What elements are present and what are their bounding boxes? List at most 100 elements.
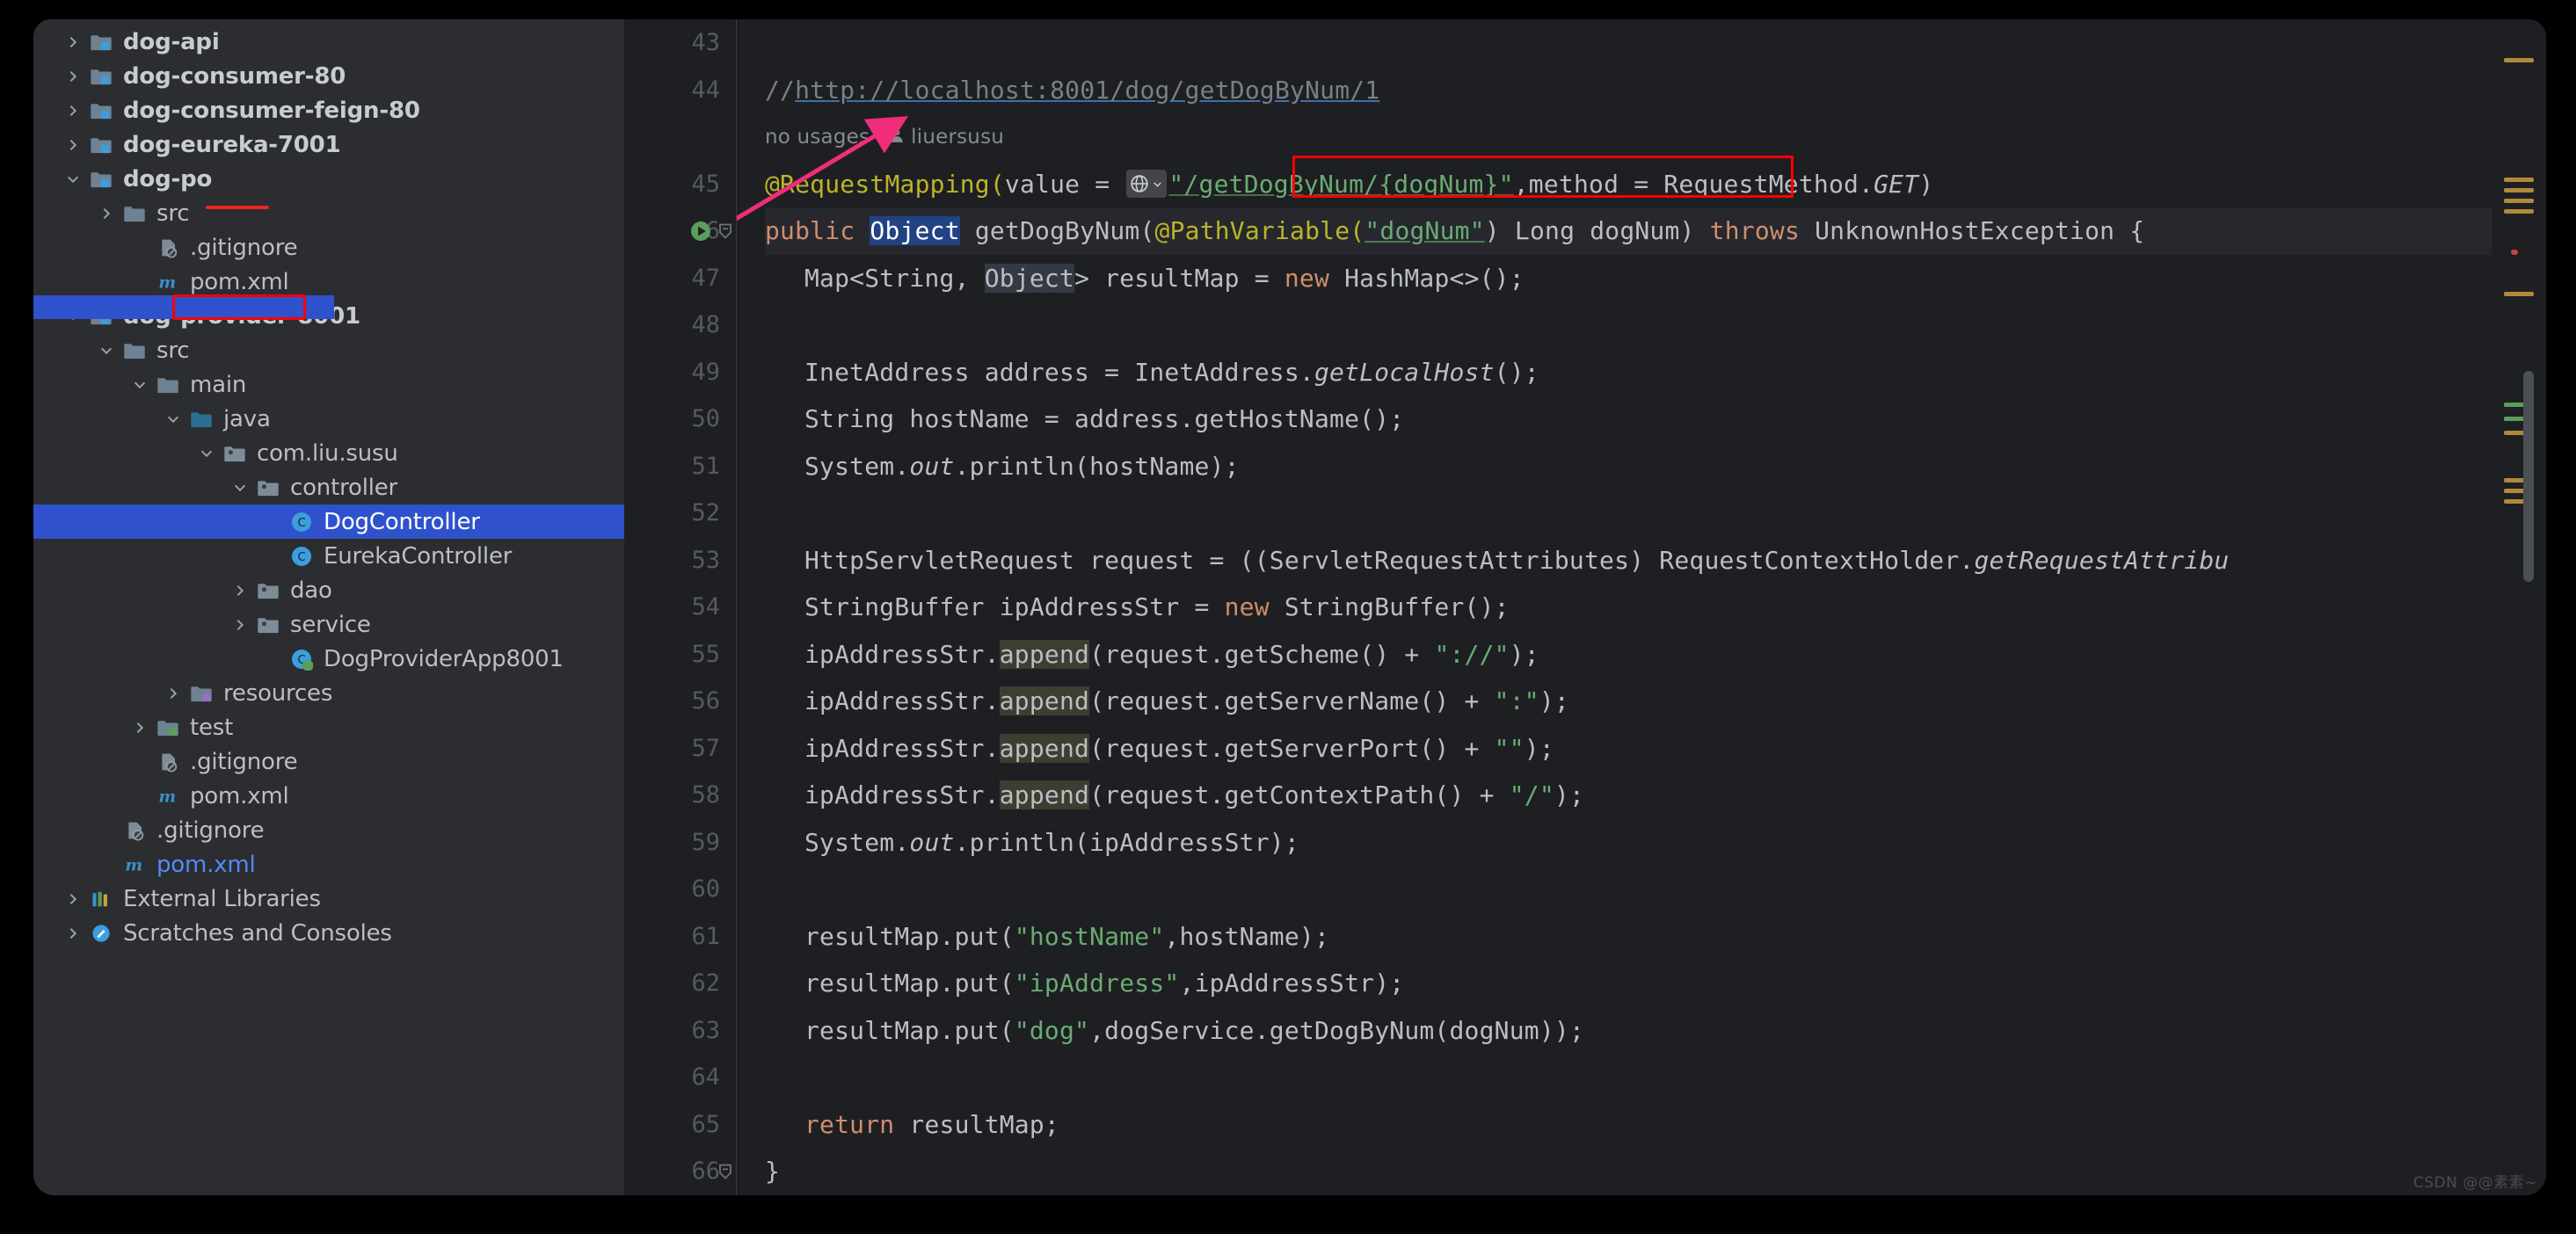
- tree-item-dog-provider-8001[interactable]: dog-provider-8001: [33, 299, 624, 333]
- mapping-path-string[interactable]: "/getDogByNum/{dogNum}": [1168, 170, 1513, 199]
- tree-item-dogcontroller[interactable]: C DogController: [33, 504, 624, 539]
- tree-item-test[interactable]: test: [33, 710, 624, 744]
- gutter-line-43[interactable]: 43: [624, 19, 736, 67]
- chevron-right-icon[interactable]: [227, 577, 253, 604]
- chevron-right-icon[interactable]: [60, 63, 86, 90]
- tree-item--gitignore[interactable]: .gitignore: [33, 744, 624, 779]
- comment-url-link[interactable]: http://localhost:8001/dog/getDogByNum/1: [795, 76, 1379, 105]
- tree-item-resources[interactable]: resources: [33, 676, 624, 710]
- gutter-line-60[interactable]: 60: [624, 866, 736, 913]
- chevron-down-icon[interactable]: [1152, 178, 1163, 190]
- chevron-right-icon[interactable]: [160, 680, 186, 707]
- tree-item-dog-eureka-7001[interactable]: dog-eureka-7001: [33, 127, 624, 162]
- tree-item-dog-consumer-80[interactable]: dog-consumer-80: [33, 59, 624, 93]
- tree-item-dao[interactable]: dao: [33, 573, 624, 607]
- gutter-line-66[interactable]: 66: [624, 1148, 736, 1195]
- tree-item-main[interactable]: main: [33, 367, 624, 402]
- chevron-down-icon[interactable]: [60, 166, 86, 192]
- gutter-line-64[interactable]: 64: [624, 1054, 736, 1101]
- editor-marker-bar[interactable]: [2492, 19, 2546, 1195]
- tree-item-src[interactable]: src: [33, 196, 624, 230]
- chevron-down-icon[interactable]: [93, 338, 120, 364]
- run-method-gutter-icon[interactable]: [688, 218, 714, 244]
- editor-code-pane[interactable]: //http://localhost:8001/dog/getDogByNum/…: [737, 19, 2492, 1195]
- tree-item-label: .gitignore: [190, 748, 298, 775]
- chevron-right-icon[interactable]: [227, 612, 253, 638]
- author-name[interactable]: liuersusu: [911, 126, 1004, 149]
- tree-item-com-liu-susu[interactable]: com.liu.susu: [33, 436, 624, 470]
- svg-text:m: m: [158, 272, 176, 292]
- chevron-right-icon[interactable]: [60, 920, 86, 947]
- gutter-line-hint[interactable]: [624, 113, 736, 161]
- gutter-line-52[interactable]: 52: [624, 490, 736, 537]
- chevron-right-icon[interactable]: [93, 200, 120, 227]
- tree-item--gitignore[interactable]: .gitignore: [33, 813, 624, 847]
- tree-arrow-placeholder: [93, 817, 120, 844]
- gutter-line-59[interactable]: 59: [624, 819, 736, 867]
- tree-item-pom-xml[interactable]: m pom.xml: [33, 265, 624, 299]
- chevron-right-icon[interactable]: [60, 98, 86, 124]
- gutter-line-number: 63: [691, 1016, 720, 1044]
- code-line-50: String hostName = address.getHostName();: [765, 396, 2492, 443]
- gutter-line-49[interactable]: 49: [624, 349, 736, 396]
- method-param: ,method = RequestMethod.: [1513, 169, 1874, 199]
- package-icon: [220, 440, 250, 467]
- tree-item-label: dog-po: [123, 165, 213, 192]
- gutter-line-62[interactable]: 62: [624, 960, 736, 1007]
- gutter-line-56[interactable]: 56: [624, 678, 736, 725]
- gutter-line-54[interactable]: 54: [624, 584, 736, 631]
- gutter-line-63[interactable]: 63: [624, 1007, 736, 1055]
- gutter-line-50[interactable]: 50: [624, 396, 736, 443]
- gutter-line-57[interactable]: 57: [624, 725, 736, 773]
- vertical-scrollbar-thumb[interactable]: [2523, 371, 2534, 582]
- tree-item-pom-xml[interactable]: m pom.xml: [33, 847, 624, 882]
- globe-icon[interactable]: [1126, 170, 1168, 199]
- gutter-line-number: 53: [691, 546, 720, 574]
- tree-item-dog-api[interactable]: dog-api: [33, 25, 624, 59]
- chevron-right-icon[interactable]: [60, 132, 86, 158]
- tree-item-pom-xml[interactable]: m pom.xml: [33, 779, 624, 813]
- tree-item-service[interactable]: service: [33, 607, 624, 642]
- gutter-line-55[interactable]: 55: [624, 631, 736, 679]
- chevron-right-icon[interactable]: [60, 886, 86, 912]
- gutter-line-45[interactable]: 45: [624, 161, 736, 208]
- gutter-line-51[interactable]: 51: [624, 443, 736, 490]
- usages-hint[interactable]: no usages: [765, 126, 870, 149]
- chevron-right-icon[interactable]: [127, 715, 153, 741]
- gutter-line-58[interactable]: 58: [624, 772, 736, 819]
- chevron-down-icon[interactable]: [193, 440, 220, 467]
- tree-item--gitignore[interactable]: .gitignore: [33, 230, 624, 265]
- tree-item-java[interactable]: java: [33, 402, 624, 436]
- gutter-line-44[interactable]: 44: [624, 67, 736, 114]
- gutter-line-46[interactable]: 46: [624, 207, 736, 255]
- dognum-string[interactable]: "dogNum": [1364, 216, 1484, 245]
- project-tool-window[interactable]: dog-api dog-consumer-80 dog-consumer-feign…: [33, 19, 624, 1195]
- tree-item-controller[interactable]: controller: [33, 470, 624, 504]
- gitignore-icon: [153, 235, 183, 261]
- tree-item-external-libraries[interactable]: External Libraries: [33, 882, 624, 916]
- gutter-line-47[interactable]: 47: [624, 255, 736, 302]
- tree-item-scratches-and-consoles[interactable]: Scratches and Consoles: [33, 916, 624, 950]
- chevron-down-icon[interactable]: [127, 372, 153, 398]
- tree-item-label: com.liu.susu: [257, 439, 398, 467]
- project-tree[interactable]: dog-api dog-consumer-80 dog-consumer-feign…: [33, 25, 624, 950]
- fold-end-icon[interactable]: [716, 1162, 735, 1181]
- chevron-down-icon[interactable]: [227, 475, 253, 501]
- gutter-line-65[interactable]: 65: [624, 1101, 736, 1149]
- tree-item-dogproviderapp8001[interactable]: C DogProviderApp8001: [33, 642, 624, 676]
- tree-item-dog-consumer-feign-80[interactable]: dog-consumer-feign-80: [33, 93, 624, 127]
- chevron-down-icon[interactable]: [60, 303, 86, 330]
- chevron-down-icon[interactable]: [160, 406, 186, 432]
- tree-item-label: test: [190, 714, 234, 741]
- module-folder-icon: [86, 303, 116, 330]
- gutter-line-53[interactable]: 53: [624, 537, 736, 584]
- tree-item-src[interactable]: src: [33, 333, 624, 367]
- tree-item-dog-po[interactable]: dog-po: [33, 162, 624, 196]
- gutter-line-61[interactable]: 61: [624, 913, 736, 961]
- chevron-right-icon[interactable]: [60, 29, 86, 55]
- object-type-selected[interactable]: Object: [870, 216, 960, 246]
- tree-item-eurekacontroller[interactable]: C EurekaController: [33, 539, 624, 573]
- fold-icon[interactable]: [716, 221, 735, 241]
- editor-gutter[interactable]: 43 44 45 46 47 48 49 50 51 52 53 54 55 56 57 58 59 60 61 62…: [624, 19, 737, 1195]
- gutter-line-48[interactable]: 48: [624, 301, 736, 349]
